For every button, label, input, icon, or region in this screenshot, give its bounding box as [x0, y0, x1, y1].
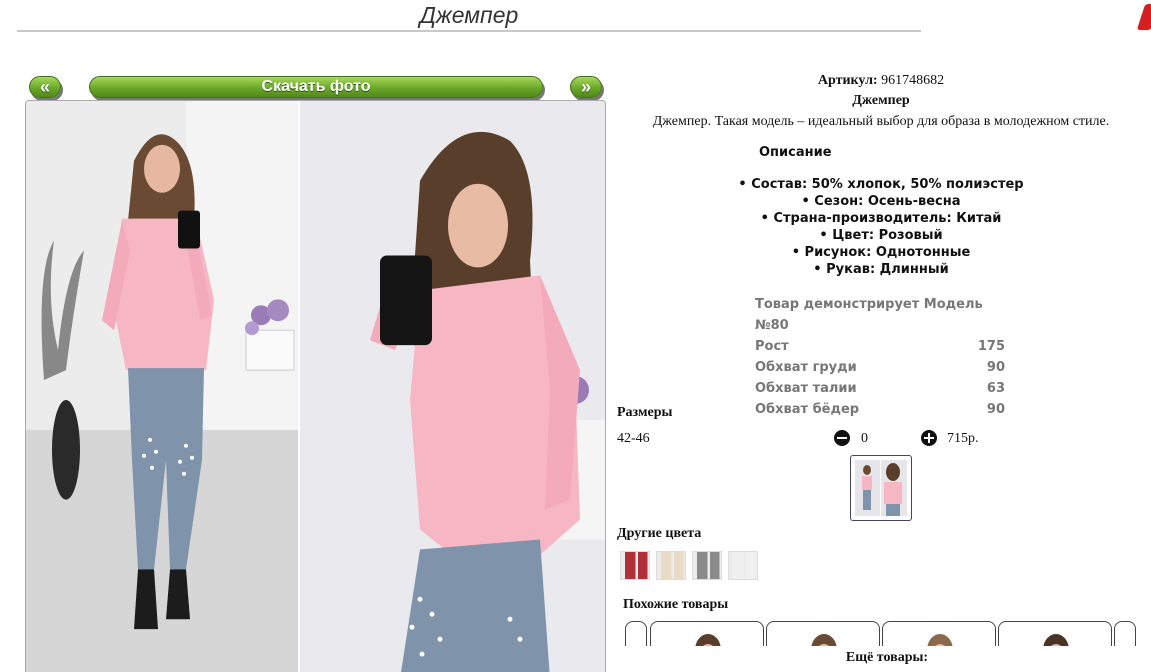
other-colors-heading: Другие цвета — [617, 526, 702, 541]
price: 715р. — [947, 431, 979, 446]
model-heading: Товар демонстрирует Модель №80 — [755, 297, 983, 333]
model-row: Рост 175 — [755, 336, 1005, 357]
spec-item: Цвет: Розовый — [612, 227, 1150, 244]
color-swatch-thumbnail[interactable] — [656, 551, 686, 580]
model-row-label: Обхват талии — [755, 381, 857, 396]
color-swatch-thumbnail[interactable] — [620, 551, 650, 580]
corner-widget-icon[interactable] — [1136, 4, 1151, 30]
color-swatch-thumbnail[interactable] — [692, 551, 722, 580]
photo-left — [26, 101, 298, 672]
product-name: Джемпер — [852, 93, 910, 108]
spec-item: Рисунок: Однотонные — [612, 244, 1150, 261]
article-value: 961748682 — [881, 73, 945, 88]
spec-item: Сезон: Осень-весна — [612, 193, 1150, 210]
minus-icon[interactable] — [834, 430, 850, 446]
article-line: Артикул: 961748682 — [612, 73, 1150, 89]
product-thumbnail[interactable] — [850, 455, 912, 521]
similar-heading: Похожие товары — [623, 597, 729, 612]
model-row-value: 175 — [977, 339, 1005, 354]
plus-icon[interactable] — [921, 430, 937, 446]
model-row-value: 90 — [986, 402, 1005, 417]
model-row-value: 90 — [986, 360, 1005, 375]
product-photo[interactable] — [25, 100, 606, 672]
model-row-label: Рост — [755, 339, 789, 354]
model-row-label: Обхват бёдер — [755, 402, 860, 417]
page-title: Джемпер — [419, 2, 519, 28]
model-row-value: 63 — [986, 381, 1005, 396]
description-heading: Описание — [759, 145, 832, 160]
spec-item: Рукав: Длинный — [612, 261, 1150, 278]
prev-photo-button[interactable]: « — [29, 76, 61, 98]
spec-item: Страна-производитель: Китай — [612, 210, 1150, 227]
article-label: Артикул: — [817, 73, 878, 88]
model-row: Обхват талии 63 — [755, 378, 1005, 399]
quantity-value: 0 — [861, 431, 868, 446]
product-description: Джемпер. Такая модель – идеальный выбор … — [652, 114, 1110, 129]
size-label: 42-46 — [617, 431, 650, 446]
next-photo-button[interactable]: » — [570, 76, 602, 98]
download-photo-button[interactable]: Скачать фото — [89, 76, 543, 98]
model-row: Обхват груди 90 — [755, 357, 1005, 378]
model-measurements: Товар демонстрирует Модель №80 Рост 175 … — [755, 294, 1005, 420]
sizes-heading: Размеры — [617, 405, 673, 420]
photo-right — [300, 101, 605, 672]
spec-item: Состав: 50% хлопок, 50% полиэстер — [612, 176, 1150, 193]
more-products-heading: Ещё товары: — [607, 646, 1151, 672]
color-swatch-thumbnail[interactable] — [728, 551, 758, 580]
title-divider — [17, 30, 921, 32]
thumbnail-image — [855, 460, 907, 516]
model-row-label: Обхват груди — [755, 360, 857, 375]
spec-list: Состав: 50% хлопок, 50% полиэстер Сезон:… — [612, 176, 1150, 278]
model-row: Обхват бёдер 90 — [755, 399, 1005, 420]
